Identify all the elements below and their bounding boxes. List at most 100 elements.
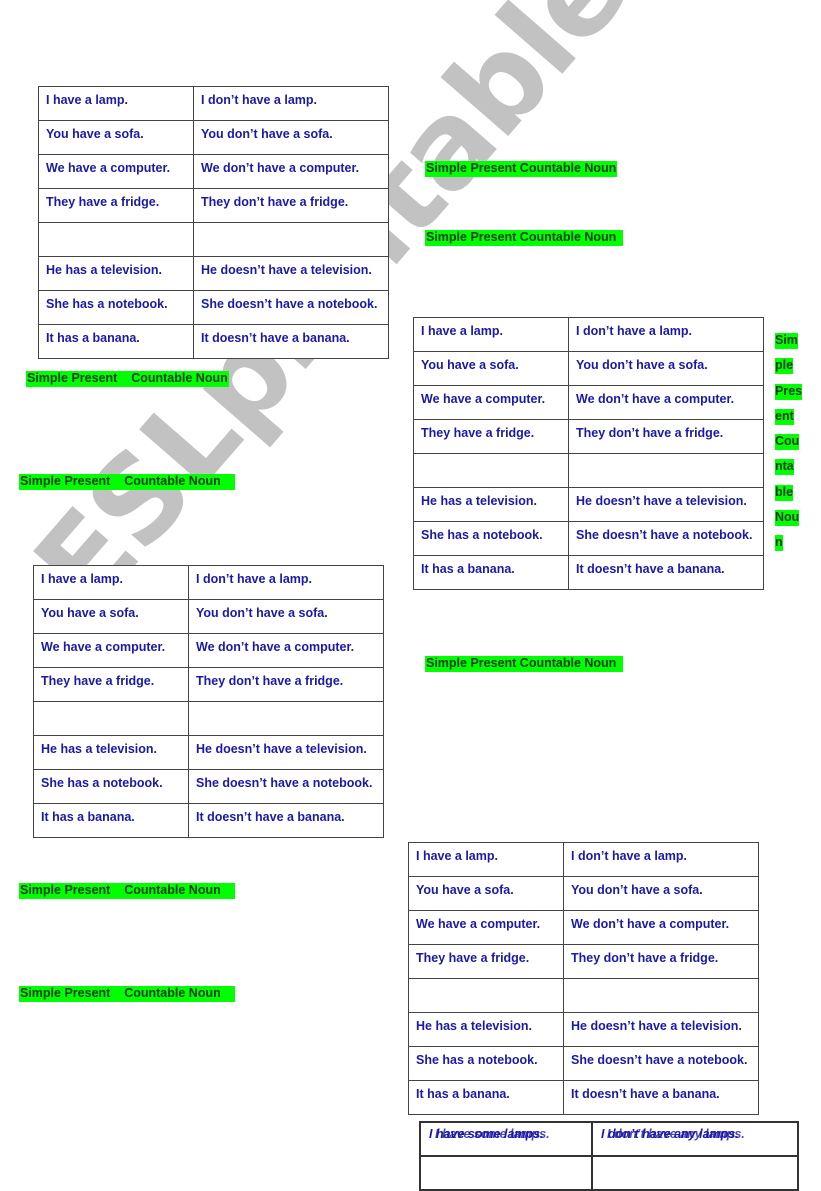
negative-cell <box>568 453 764 488</box>
table-row: They have a fridge. They don’t have a fri… <box>413 419 764 454</box>
vertical-label-simple-present-countable-noun: Sim ple Pres ent Cou nta ble Nou n <box>775 331 805 559</box>
affirmative-cell: She has a notebook. <box>33 769 189 804</box>
affirmative-cell: They have a fridge. <box>38 188 194 223</box>
affirmative-cell: I have some lamps. I have some lamps. <box>419 1121 593 1157</box>
table-row: You have a sofa. You don’t have a sofa. <box>408 876 759 911</box>
table-body: I have a lamp. I don’t have a lamp. You ha… <box>33 565 384 838</box>
affirmative-cell: We have a computer. <box>33 633 189 668</box>
affirmative-cell <box>33 701 189 736</box>
table-row: She has a notebook. She doesn’t have a no… <box>408 1046 759 1081</box>
affirmative-cell: They have a fridge. <box>408 944 564 979</box>
negative-cell: It doesn’t have a banana. <box>193 324 389 359</box>
sentence-table-2: I have a lamp. I don’t have a lamp. You ha… <box>413 317 764 590</box>
negative-cell: I don’t have a lamp. <box>568 317 764 352</box>
affirmative-cell: You have a sofa. <box>33 599 189 634</box>
negative-cell <box>563 978 759 1013</box>
label-simple-present-countable-noun: Simple Present Countable Noun <box>425 656 624 672</box>
negative-cell: You don’t have a sofa. <box>193 120 389 155</box>
affirmative-cell: He has a television. <box>413 487 569 522</box>
affirmative-cell: He has a television. <box>408 1012 564 1047</box>
negative-cell: It doesn’t have a banana. <box>563 1080 759 1115</box>
table-row: He has a television. He doesn’t have a te… <box>33 735 384 770</box>
negative-cell: We don’t have a computer. <box>563 910 759 945</box>
negative-cell: They don’t have a fridge. <box>193 188 389 223</box>
negative-cell: She doesn’t have a notebook. <box>563 1046 759 1081</box>
affirmative-cell: It has a banana. <box>33 803 189 838</box>
affirmative-cell: I have a lamp. <box>413 317 569 352</box>
negative-text-overlay: I don’t have any lamps. <box>607 1127 745 1141</box>
label-simple-present-countable-noun: Simple Present Countable Noun <box>19 986 235 1002</box>
negative-cell: He doesn’t have a television. <box>193 256 389 291</box>
table-row: We have a computer. We don’t have a compu… <box>413 385 764 420</box>
table-row: She has a notebook. She doesn’t have a no… <box>38 290 389 325</box>
label-simple-present-countable-noun: Simple Present Countable Noun <box>19 883 235 899</box>
table-row: It has a banana. It doesn’t have a banana… <box>33 803 384 838</box>
affirmative-cell: They have a fridge. <box>33 667 189 702</box>
affirmative-cell: You have a sofa. <box>408 876 564 911</box>
table-row: It has a banana. It doesn’t have a banana… <box>408 1080 759 1115</box>
affirmative-cell: We have a computer. <box>408 910 564 945</box>
vertical-label-fragment: Sim <box>775 333 798 349</box>
empty-table-row <box>408 978 759 1013</box>
label-simple-present-countable-noun: Simple Present Countable Noun <box>26 371 229 387</box>
table-row: It has a banana. It doesn’t have a banana… <box>38 324 389 359</box>
negative-cell: We don’t have a computer. <box>188 633 384 668</box>
affirmative-cell <box>38 222 194 257</box>
table-row: He has a television. He doesn’t have a te… <box>408 1012 759 1047</box>
table-row: She has a notebook. She doesn’t have a no… <box>413 521 764 556</box>
table-row: She has a notebook. She doesn’t have a no… <box>33 769 384 804</box>
negative-cell: It doesn’t have a banana. <box>188 803 384 838</box>
negative-cell: You don’t have a sofa. <box>568 351 764 386</box>
table-row: He has a television. He doesn’t have a te… <box>413 487 764 522</box>
affirmative-cell: It has a banana. <box>413 555 569 590</box>
empty-table-row <box>38 222 389 257</box>
table-body: I have a lamp. I don’t have a lamp. You ha… <box>408 842 759 1115</box>
table-row: We have a computer. We don’t have a compu… <box>38 154 389 189</box>
sentence-table-plural: I have some lamps. I have some lamps. I … <box>419 1121 799 1191</box>
sentence-table-3: I have a lamp. I don’t have a lamp. You ha… <box>33 565 384 838</box>
negative-cell: We don’t have a computer. <box>568 385 764 420</box>
table-row: I have some lamps. I have some lamps. I … <box>419 1121 799 1157</box>
negative-cell: I don’t have any lamps. I don’t have any… <box>591 1121 799 1157</box>
sentence-table-4: I have a lamp. I don’t have a lamp. You ha… <box>408 842 759 1115</box>
negative-cell: They don’t have a fridge. <box>568 419 764 454</box>
negative-cell: He doesn’t have a television. <box>568 487 764 522</box>
table-row: They have a fridge. They don’t have a fri… <box>408 944 759 979</box>
negative-cell: You don’t have a sofa. <box>188 599 384 634</box>
table-body: I have a lamp. I don’t have a lamp. You ha… <box>38 86 389 359</box>
affirmative-cell: She has a notebook. <box>38 290 194 325</box>
table-row: It has a banana. It doesn’t have a banana… <box>413 555 764 590</box>
table-row: He has a television. He doesn’t have a te… <box>38 256 389 291</box>
table-row: I have a lamp. I don’t have a lamp. <box>33 565 384 600</box>
negative-cell: He doesn’t have a television. <box>563 1012 759 1047</box>
vertical-label-fragment: Pres <box>775 383 803 400</box>
negative-cell: They don’t have a fridge. <box>188 667 384 702</box>
affirmative-cell <box>408 978 564 1013</box>
affirmative-cell: I have a lamp. <box>408 842 564 877</box>
affirmative-cell: We have a computer. <box>413 385 569 420</box>
affirmative-cell: She has a notebook. <box>408 1046 564 1081</box>
empty-cell <box>419 1155 593 1191</box>
negative-cell: She doesn’t have a notebook. <box>568 521 764 556</box>
label-simple-present-countable-noun: Simple Present Countable Noun <box>19 474 235 490</box>
vertical-label-fragment: Nou <box>775 510 800 527</box>
negative-cell: I don’t have a lamp. <box>563 842 759 877</box>
table-row: You have a sofa. You don’t have a sofa. <box>33 599 384 634</box>
vertical-label-fragment: ble <box>775 484 794 501</box>
negative-cell: I don’t have a lamp. <box>193 86 389 121</box>
negative-cell: I don’t have a lamp. <box>188 565 384 600</box>
vertical-label-fragment: n <box>775 535 783 552</box>
table-row: I have a lamp. I don’t have a lamp. <box>408 842 759 877</box>
table-row: They have a fridge. They don’t have a fri… <box>38 188 389 223</box>
affirmative-cell: It has a banana. <box>408 1080 564 1115</box>
negative-cell <box>193 222 389 257</box>
table-row: We have a computer. We don’t have a compu… <box>33 633 384 668</box>
negative-cell: She doesn’t have a notebook. <box>193 290 389 325</box>
negative-cell: We don’t have a computer. <box>193 154 389 189</box>
affirmative-cell: She has a notebook. <box>413 521 569 556</box>
vertical-label-fragment: nta <box>775 459 794 476</box>
negative-cell: It doesn’t have a banana. <box>568 555 764 590</box>
sentence-table-1: I have a lamp. I don’t have a lamp. You ha… <box>38 86 389 359</box>
negative-cell: He doesn’t have a television. <box>188 735 384 770</box>
negative-cell <box>188 701 384 736</box>
